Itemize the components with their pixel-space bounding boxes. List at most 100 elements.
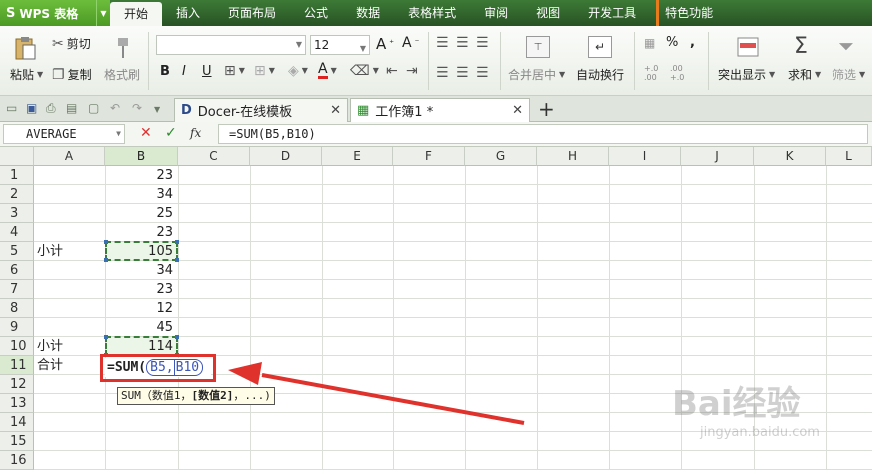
filter-button[interactable]: 筛选 ▼ [832, 66, 865, 83]
merge-center-button[interactable]: 合并居中 ▼ [508, 66, 565, 83]
bold-icon[interactable]: B [160, 64, 170, 79]
font-color-button[interactable]: A ▼ [318, 62, 337, 79]
indent-increase-icon[interactable]: ⇥ [406, 64, 418, 78]
copy-button[interactable]: ❐ 复制 [52, 66, 92, 83]
chevron-down-icon: ▼ [859, 69, 866, 79]
percent-button[interactable]: % [666, 35, 678, 50]
wrap-text-icon[interactable]: ↵ [588, 36, 612, 58]
scissors-icon: ✂ [52, 35, 64, 52]
tab-review[interactable]: 审阅 [470, 0, 522, 26]
merge-border-button[interactable]: ⊞ ▼ [254, 64, 275, 78]
currency-icon[interactable]: ▦ [644, 36, 655, 50]
divider [148, 32, 149, 90]
watermark-url: jingyan.baidu.com [700, 425, 820, 440]
name-box[interactable]: AVERAGE ▼ [3, 124, 125, 144]
tab-data[interactable]: 数据 [342, 0, 394, 26]
tab-view[interactable]: 视图 [522, 0, 574, 26]
align-middle-icon[interactable]: ☰ [456, 36, 469, 50]
insert-function-icon[interactable]: fx [190, 126, 201, 140]
divider [428, 32, 429, 90]
tab-features[interactable]: 特色功能 [656, 0, 727, 26]
decrease-font-button[interactable]: A ⁻ [402, 35, 419, 51]
paste-icon[interactable] [12, 34, 38, 62]
confirm-icon[interactable]: ✓ [165, 125, 177, 141]
indent-icon: ⇥ [406, 63, 418, 79]
tab-page-layout[interactable]: 页面布局 [214, 0, 290, 26]
tab-workbook1[interactable]: ▦ 工作簿1 * ✕ [350, 98, 530, 122]
print-icon[interactable]: ⎙ [46, 101, 56, 116]
filter-icon[interactable]: ⏷ [838, 34, 854, 58]
tab-formulas[interactable]: 公式 [290, 0, 342, 26]
app-menu-button[interactable]: S WPS 表格 ▼ [0, 0, 110, 26]
save-icon[interactable]: ▣ [26, 101, 37, 115]
tab-table-style[interactable]: 表格样式 [394, 0, 470, 26]
font-size-select[interactable]: 12 ▼ [310, 35, 370, 55]
customize-toolbar-icon[interactable]: ▼ [154, 105, 160, 114]
chevron-down-icon: ▼ [295, 40, 302, 49]
sum-button[interactable]: 求和 ▼ [788, 66, 821, 83]
increase-font-button[interactable]: A ⁺ [376, 35, 394, 53]
chevron-down-icon[interactable]: ▼ [96, 0, 110, 26]
cut-button[interactable]: ✂ 剪切 [52, 35, 91, 52]
decrease-decimal-button[interactable]: .00 +.0 [670, 64, 692, 82]
paste-button[interactable]: 粘贴 ▼ [10, 66, 43, 83]
auto-wrap-button[interactable]: 自动换行 [576, 66, 624, 83]
formula-bar: AVERAGE ▼ ✕ ✓ fx =SUM(B5,B10) [0, 122, 872, 147]
redo-icon[interactable]: ↷ [132, 101, 142, 115]
formula-input[interactable]: =SUM(B5,B10) [218, 124, 868, 144]
open-folder-icon[interactable]: ▭ [6, 101, 17, 115]
chevron-down-icon: ▼ [116, 129, 121, 138]
border-button[interactable]: ⊞ ▼ [224, 64, 245, 78]
align-right-icon[interactable]: ☰ [476, 66, 489, 80]
close-icon[interactable]: ✕ [512, 103, 523, 118]
paint-bucket-icon: ◈ [288, 63, 299, 79]
align-bottom-icon[interactable]: ☰ [476, 36, 489, 50]
preview-icon[interactable]: ▢ [88, 101, 99, 115]
format-painter-button[interactable]: 格式刷 [104, 66, 140, 83]
docer-logo-icon: D [181, 103, 192, 118]
sigma-icon[interactable]: Σ [794, 34, 808, 59]
underline-icon[interactable]: U [202, 64, 212, 79]
chevron-down-icon: ▼ [559, 69, 566, 79]
chevron-down-icon: ▼ [268, 66, 275, 75]
merge-center-icon[interactable]: ⊤ [526, 36, 550, 58]
align-top-icon[interactable]: ☰ [436, 36, 449, 50]
cut-label: 剪切 [66, 37, 91, 51]
indent-decrease-icon[interactable]: ⇤ [386, 64, 398, 78]
italic-icon[interactable]: I [182, 64, 186, 79]
chevron-down-icon: ▼ [359, 44, 366, 53]
wps-logo-icon: S [6, 5, 16, 21]
fill-color-button[interactable]: ◈ ▼ [288, 64, 308, 78]
highlight-button[interactable]: 突出显示 ▼ [718, 66, 775, 83]
chevron-down-icon: ▼ [37, 69, 44, 79]
font-size-value: 12 [314, 38, 330, 52]
close-icon[interactable]: ✕ [330, 103, 341, 118]
tab-docer-label: Docer-在线模板 [197, 105, 293, 120]
outdent-icon: ⇤ [386, 63, 398, 79]
tab-developer[interactable]: 开发工具 [574, 0, 650, 26]
clear-format-button[interactable]: ⌫ ▼ [350, 64, 379, 78]
conditional-format-icon[interactable] [736, 36, 760, 58]
increase-decimal-button[interactable]: +.0 .00 [644, 64, 666, 82]
grid-icon: ⊞ [254, 63, 266, 79]
highlight-label: 突出显示 [718, 68, 767, 82]
tab-home[interactable]: 开始 [110, 2, 163, 26]
font-name-select[interactable]: ▼ [156, 35, 306, 55]
tab-insert[interactable]: 插入 [162, 0, 214, 26]
align-bottom-icon-glyph: ☰ [476, 35, 489, 51]
brush-icon[interactable] [110, 34, 136, 62]
menu-bar: S WPS 表格 ▼ 开始 插入 页面布局 公式 数据 表格样式 审阅 视图 开… [0, 0, 872, 26]
align-left-icon[interactable]: ☰ [436, 66, 449, 80]
tab-docer-templates[interactable]: D Docer-在线模板 ✕ [174, 98, 348, 122]
undo-icon[interactable]: ↶ [110, 101, 120, 115]
align-center-icon-glyph: ☰ [456, 65, 469, 81]
eraser-icon: ⌫ [350, 63, 370, 79]
copy-icon: ❐ [52, 66, 65, 83]
comma-button[interactable]: , [690, 35, 695, 50]
print-preview-icon[interactable]: ▤ [66, 101, 77, 115]
new-tab-icon[interactable]: + [538, 97, 555, 121]
tab-workbook-label: 工作簿1 * [375, 105, 434, 120]
align-center-icon[interactable]: ☰ [456, 66, 469, 80]
cancel-icon[interactable]: ✕ [140, 125, 152, 141]
chevron-down-icon: ▼ [238, 66, 245, 75]
